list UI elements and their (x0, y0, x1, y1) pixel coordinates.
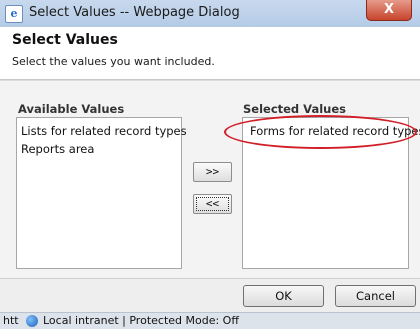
available-values-list[interactable]: Lists for related record types Reports a… (16, 117, 187, 269)
list-item[interactable]: Reports area (20, 140, 178, 158)
selected-values-label: Selected Values (243, 102, 346, 116)
security-zone-text: Local intranet | Protected Mode: Off (43, 314, 239, 327)
list-item[interactable]: Lists for related record types (20, 122, 187, 140)
available-values-label: Available Values (18, 102, 125, 116)
remove-button[interactable]: << (193, 194, 232, 214)
dialog-header: Select Values Select the values you want… (0, 27, 420, 80)
close-button[interactable]: X (366, 0, 412, 21)
header-description: Select the values you want included. (12, 55, 215, 68)
add-button[interactable]: >> (193, 162, 232, 182)
selected-values-list[interactable]: Forms for related record types (242, 117, 420, 269)
ie-page-icon: e (5, 5, 23, 23)
ok-button[interactable]: OK (243, 285, 324, 307)
title-bar: e Select Values -- Webpage Dialog X (0, 0, 420, 28)
status-url-text: htt (3, 314, 19, 327)
dialog-footer: OK Cancel (0, 278, 420, 313)
list-item[interactable]: Forms for related record types (246, 122, 420, 140)
window-title: Select Values -- Webpage Dialog (29, 5, 240, 20)
cancel-button[interactable]: Cancel (335, 285, 416, 307)
header-title: Select Values (12, 32, 118, 48)
status-bar: htt Local intranet | Protected Mode: Off (0, 312, 420, 329)
globe-icon (26, 315, 38, 327)
